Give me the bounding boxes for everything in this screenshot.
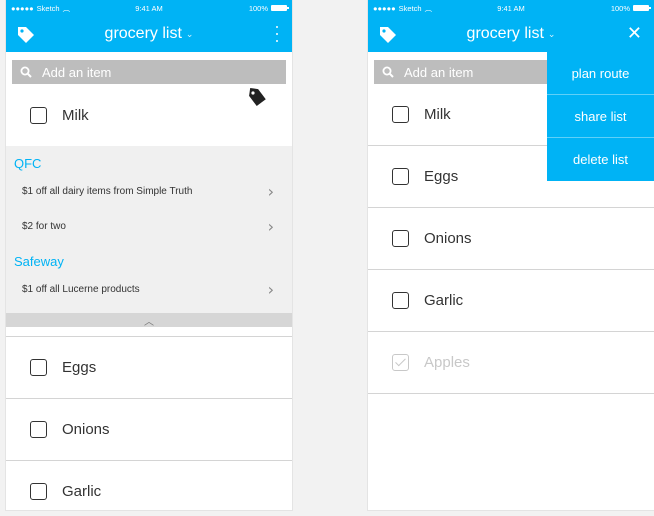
item-label: Onions: [62, 421, 110, 438]
search-bar: [12, 60, 286, 84]
add-item-input[interactable]: [42, 64, 262, 80]
list-title-dropdown[interactable]: grocery list ⌄: [467, 25, 556, 43]
deal-row[interactable]: $1 off all dairy items from Simple Truth…: [6, 174, 292, 209]
page-title: grocery list: [466, 25, 544, 42]
list-item[interactable]: Onions: [368, 208, 654, 270]
close-icon[interactable]: ✕: [627, 24, 642, 42]
store-name-safeway: Safeway: [14, 254, 64, 269]
search-icon: [20, 66, 32, 78]
tag-logo-icon[interactable]: [378, 25, 398, 45]
deals-panel: QFC $1 off all dairy items from Simple T…: [6, 146, 292, 328]
list-item[interactable]: Milk: [6, 84, 292, 146]
item-label: Eggs: [424, 168, 459, 185]
chevron-down-icon: ⌄: [185, 28, 194, 39]
nav-bar: grocery list ⌄: [6, 16, 292, 52]
collapse-deals-button[interactable]: ︿: [6, 313, 292, 328]
deal-row[interactable]: $1 off all Lucerne products ›: [6, 272, 292, 307]
plan-route-button[interactable]: plan route: [547, 52, 654, 95]
deal-text: $1 off all dairy items from Simple Truth: [22, 186, 193, 197]
carrier-label: Sketch: [36, 3, 60, 13]
list-title-dropdown[interactable]: grocery list ⌄: [105, 25, 194, 43]
search-icon: [382, 66, 394, 78]
phone-screen-left: ●●●●● Sketch ︵ 9:41 AM 100% grocery list…: [6, 0, 292, 510]
phone-screen-right: ●●●●● Sketch ︵ 9:41 AM 100% grocery list…: [368, 0, 654, 510]
list-item[interactable]: Eggs: [6, 337, 292, 399]
item-label: Onions: [424, 230, 472, 247]
item-checkbox[interactable]: [30, 106, 47, 124]
carrier-label: Sketch: [398, 3, 422, 13]
list-item-checked[interactable]: Apples: [368, 332, 654, 394]
signal-dots-icon: ●●●●●: [373, 3, 396, 13]
chevron-up-icon: ︿: [144, 316, 154, 328]
chevron-right-icon: ›: [267, 182, 274, 201]
page-title: grocery list: [104, 25, 182, 42]
battery-label: 100%: [610, 3, 630, 13]
wifi-icon: ︵: [424, 3, 433, 13]
battery-icon: [271, 5, 289, 11]
chevron-right-icon: ›: [267, 280, 274, 299]
item-label: Milk: [62, 106, 89, 124]
item-label: Apples: [424, 354, 470, 371]
chevron-right-icon: ›: [267, 217, 274, 236]
battery-label: 100%: [248, 3, 268, 13]
tag-icon[interactable]: [246, 86, 268, 108]
more-options-icon[interactable]: [274, 26, 280, 42]
battery-icon: [633, 5, 651, 11]
item-checkbox[interactable]: [30, 421, 47, 438]
deal-row[interactable]: $2 for two ›: [6, 209, 292, 244]
chevron-down-icon: ⌄: [547, 28, 556, 39]
store-name-qfc: QFC: [14, 156, 42, 171]
item-checkbox[interactable]: [392, 292, 409, 309]
list-item[interactable]: Garlic: [6, 461, 292, 510]
nav-bar: grocery list ⌄ ✕: [368, 16, 654, 52]
item-checkbox-checked[interactable]: [392, 354, 409, 371]
item-label: Eggs: [62, 359, 97, 376]
status-bar: ●●●●● Sketch ︵ 9:41 AM 100%: [6, 0, 292, 16]
delete-list-button[interactable]: delete list: [547, 138, 654, 181]
item-checkbox[interactable]: [30, 483, 47, 500]
options-menu: plan route share list delete list: [547, 52, 654, 181]
item-checkbox[interactable]: [392, 168, 409, 185]
wifi-icon: ︵: [62, 3, 71, 13]
list-item[interactable]: Garlic: [368, 270, 654, 332]
list-item[interactable]: Onions: [6, 399, 292, 461]
item-checkbox[interactable]: [392, 106, 409, 123]
share-list-button[interactable]: share list: [547, 95, 654, 138]
item-label: Garlic: [424, 292, 464, 309]
item-checkbox[interactable]: [30, 359, 47, 376]
status-bar: ●●●●● Sketch ︵ 9:41 AM 100%: [368, 0, 654, 16]
signal-dots-icon: ●●●●●: [11, 3, 34, 13]
item-label: Garlic: [62, 483, 102, 500]
item-checkbox[interactable]: [392, 230, 409, 247]
deal-text: $1 off all Lucerne products: [22, 284, 140, 295]
deal-text: $2 for two: [22, 221, 66, 232]
item-label: Milk: [424, 106, 451, 123]
tag-logo-icon[interactable]: [16, 25, 36, 45]
